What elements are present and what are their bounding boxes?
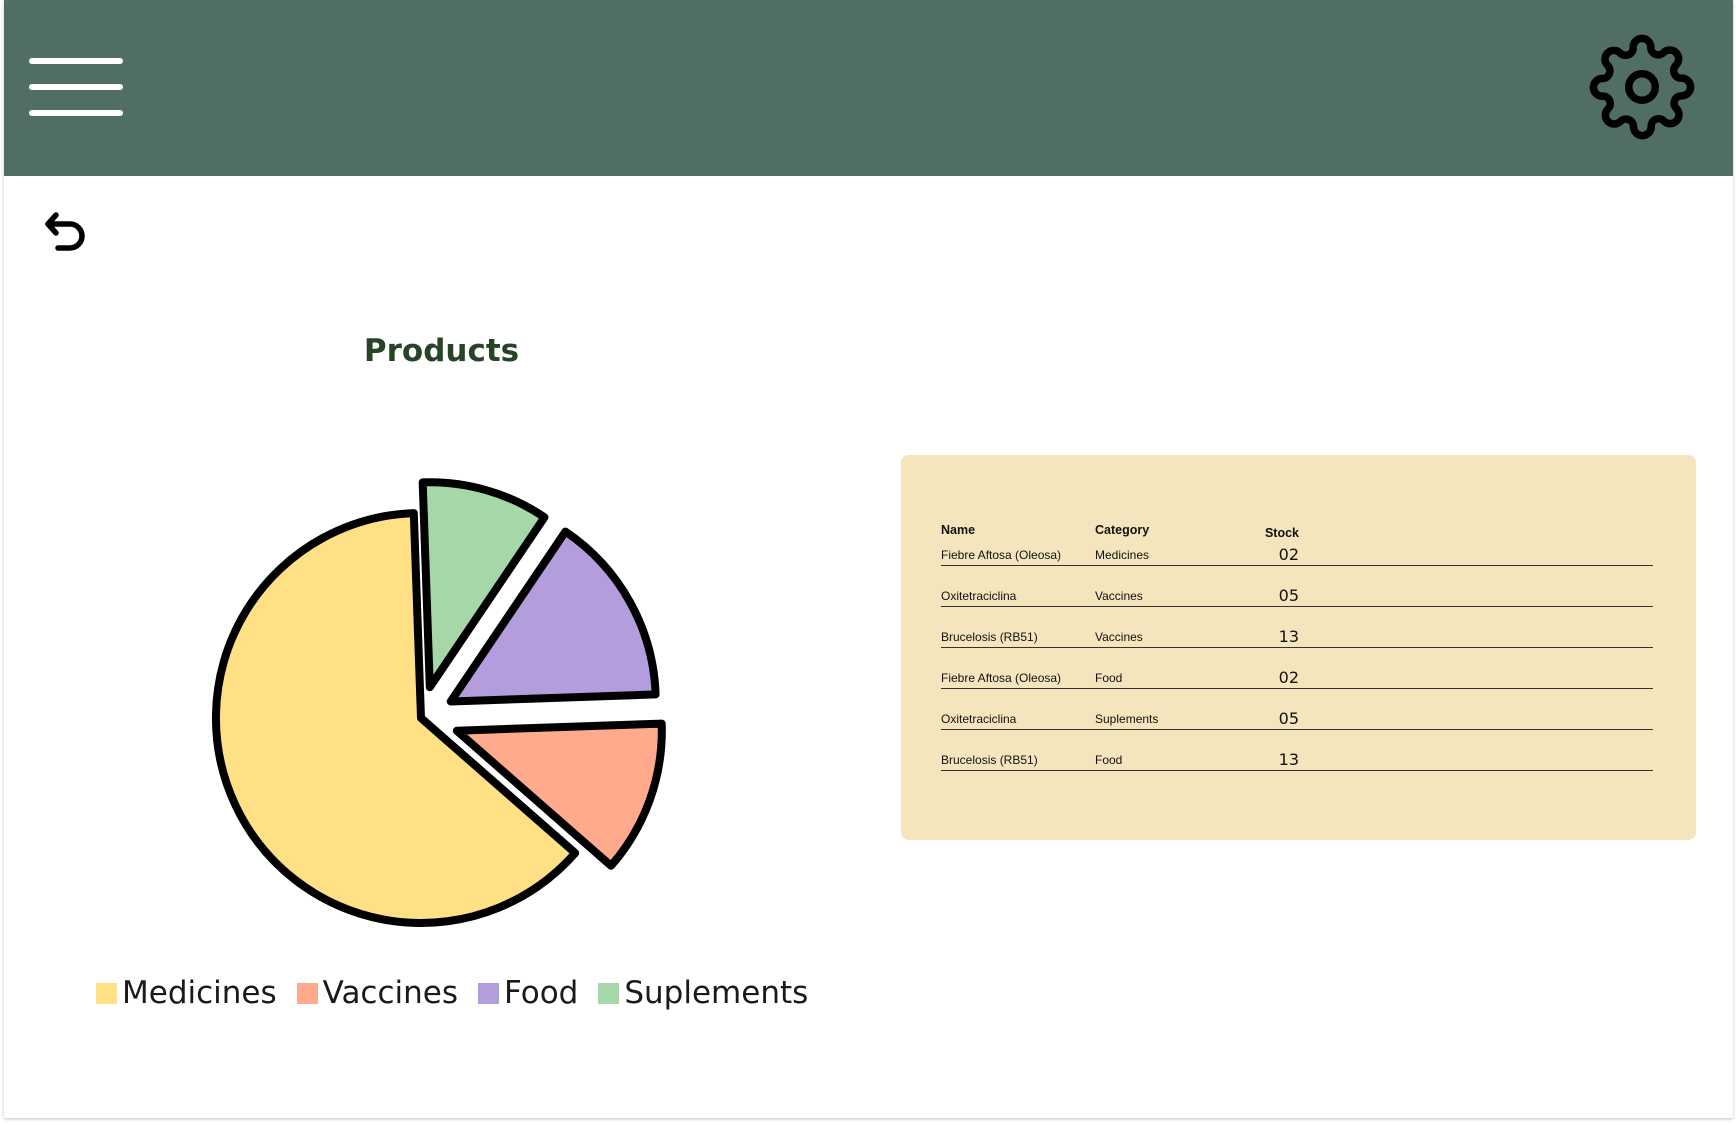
legend-label: Medicines bbox=[122, 975, 277, 1011]
cell-stock: 13 bbox=[1278, 750, 1299, 769]
top-bar bbox=[4, 0, 1733, 176]
legend-item: Food bbox=[478, 975, 578, 1011]
menu-button[interactable] bbox=[29, 58, 123, 120]
products-table-card: Name Category Stock Fiebre Aftosa (Oleos… bbox=[901, 455, 1696, 840]
app-frame: Products Medicines Vaccines Food Suplements… bbox=[4, 0, 1733, 1118]
cell-category: Medicines bbox=[1095, 548, 1150, 562]
cell-category: Vaccines bbox=[1095, 589, 1143, 603]
cell-name: Fiebre Aftosa (Oleosa) bbox=[941, 671, 1062, 685]
header-category: Category bbox=[1095, 523, 1150, 537]
settings-button[interactable] bbox=[1589, 34, 1695, 140]
products-pie-chart bbox=[211, 478, 666, 927]
cell-stock: 02 bbox=[1278, 545, 1299, 564]
pie-slice-medicines bbox=[211, 509, 580, 927]
legend-item: Suplements bbox=[598, 975, 808, 1011]
cell-category: Food bbox=[1095, 671, 1123, 685]
legend-label: Vaccines bbox=[322, 975, 459, 1011]
table-row[interactable]: Fiebre Aftosa (Oleosa) Food 02 bbox=[941, 663, 1653, 689]
cell-name: Oxitetraciclina bbox=[941, 712, 1017, 726]
cell-name: Oxitetraciclina bbox=[941, 589, 1017, 603]
chart-title: Products bbox=[363, 333, 520, 369]
cell-category: Vaccines bbox=[1095, 630, 1143, 644]
gear-icon bbox=[1589, 34, 1695, 140]
legend-item: Vaccines bbox=[296, 975, 459, 1011]
header-stock: Stock bbox=[1264, 526, 1299, 540]
cell-stock: 05 bbox=[1278, 586, 1299, 605]
table-row[interactable]: Fiebre Aftosa (Oleosa) Medicines 02 bbox=[941, 540, 1653, 566]
cell-category: Food bbox=[1095, 753, 1123, 767]
cell-name: Fiebre Aftosa (Oleosa) bbox=[941, 548, 1062, 562]
table-row[interactable]: Oxitetraciclina Suplements 05 bbox=[941, 704, 1653, 730]
header-name: Name bbox=[941, 523, 976, 537]
table-row[interactable]: Oxitetraciclina Vaccines 05 bbox=[941, 581, 1653, 607]
table-row[interactable]: Brucelosis (RB51) Vaccines 13 bbox=[941, 622, 1653, 648]
cell-category: Suplements bbox=[1095, 712, 1159, 726]
legend-swatch bbox=[296, 982, 318, 1004]
back-button[interactable] bbox=[42, 209, 92, 255]
products-table: Name Category Stock Fiebre Aftosa (Oleos… bbox=[941, 522, 1653, 771]
legend-item: Medicines bbox=[96, 975, 277, 1011]
cell-name: Brucelosis (RB51) bbox=[941, 630, 1038, 644]
legend-label: Suplements bbox=[624, 975, 809, 1011]
legend-swatch bbox=[478, 982, 500, 1004]
table-header: Name Category Stock bbox=[941, 522, 1653, 540]
cell-stock: 02 bbox=[1278, 668, 1299, 687]
cell-stock: 05 bbox=[1278, 709, 1299, 728]
legend-label: Food bbox=[504, 975, 579, 1011]
legend-swatch bbox=[96, 982, 117, 1004]
legend-swatch bbox=[598, 982, 620, 1004]
table-row[interactable]: Brucelosis (RB51) Food 13 bbox=[941, 745, 1653, 771]
cell-name: Brucelosis (RB51) bbox=[941, 753, 1038, 767]
chart-legend: Medicines Vaccines Food Suplements bbox=[96, 975, 828, 1011]
cell-stock: 13 bbox=[1278, 627, 1299, 646]
table-body: Fiebre Aftosa (Oleosa) Medicines 02 Oxitetr… bbox=[941, 540, 1653, 771]
undo-arrow-icon bbox=[45, 212, 85, 251]
